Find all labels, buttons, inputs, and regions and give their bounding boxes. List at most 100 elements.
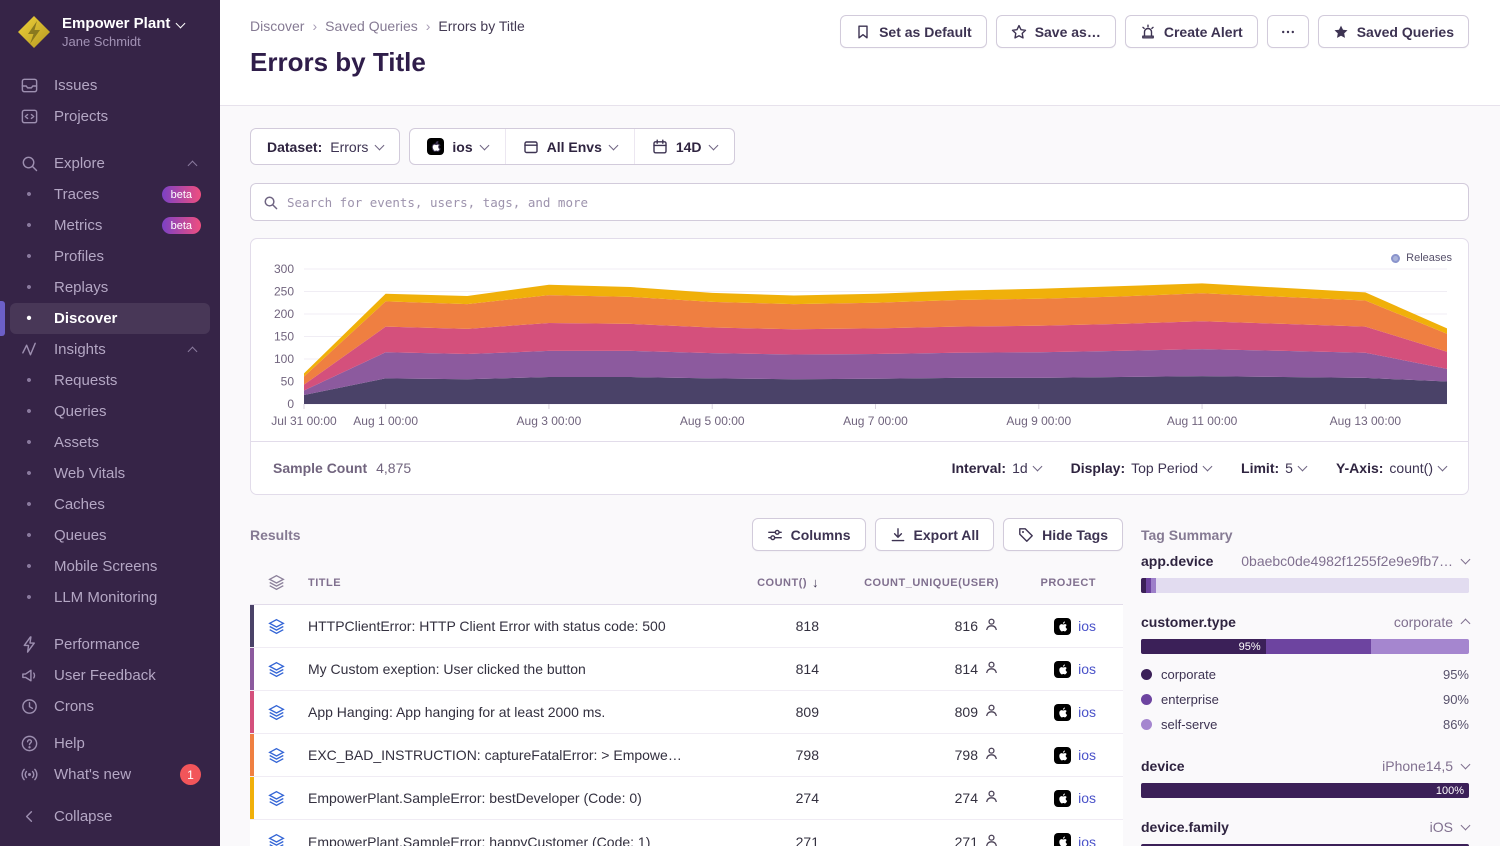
events-chart[interactable]: 050100150200250300Jul 31 00:00Aug 1 00:0… bbox=[251, 239, 1468, 441]
error-title-link[interactable]: EXC_BAD_INSTRUCTION: captureFatalError: … bbox=[302, 747, 705, 763]
columns-button[interactable]: Columns bbox=[752, 518, 866, 551]
environment-filter[interactable]: All Envs bbox=[505, 129, 634, 164]
bullet-icon: • bbox=[19, 185, 39, 205]
sidebar-item-crons[interactable]: Crons bbox=[10, 691, 210, 722]
error-title-link[interactable]: EmpowerPlant.SampleError: bestDeveloper … bbox=[302, 790, 705, 806]
user-icon bbox=[984, 660, 999, 678]
error-title-link[interactable]: EmpowerPlant.SampleError: happyCustomer … bbox=[302, 834, 705, 846]
sidebar-item-insights[interactable]: Insights bbox=[10, 334, 210, 365]
expand-row-icon[interactable] bbox=[250, 747, 302, 764]
sidebar-item-assets[interactable]: •Assets bbox=[10, 427, 210, 458]
hide-tags-button[interactable]: Hide Tags bbox=[1003, 518, 1123, 551]
column-header-title[interactable]: TITLE bbox=[302, 577, 705, 589]
tag-distribution-bar[interactable]: 95% bbox=[1141, 639, 1469, 654]
page-filters-group: ios All Envs 14D bbox=[409, 128, 734, 165]
expand-row-icon[interactable] bbox=[250, 661, 302, 678]
tag-name: device bbox=[1141, 758, 1185, 774]
series-color-bar bbox=[250, 734, 254, 776]
error-title-link[interactable]: App Hanging: App hanging for at least 20… bbox=[302, 704, 705, 720]
dataset-selector[interactable]: Dataset: Errors bbox=[250, 128, 400, 165]
y-axis-selector[interactable]: Y-Axis: count() bbox=[1336, 460, 1446, 476]
sidebar-item-caches[interactable]: •Caches bbox=[10, 489, 210, 520]
tag-breakdown-item[interactable]: enterprise90% bbox=[1141, 687, 1469, 712]
project-link[interactable]: ios bbox=[1078, 790, 1096, 806]
search-input[interactable] bbox=[287, 195, 1456, 210]
sidebar-item-explore[interactable]: Explore bbox=[10, 148, 210, 179]
user-icon bbox=[984, 833, 999, 846]
error-title-link[interactable]: HTTPClientError: HTTP Client Error with … bbox=[302, 618, 705, 634]
sidebar-item-discover[interactable]: •Discover bbox=[10, 303, 210, 334]
tag-value-label: self-serve bbox=[1161, 717, 1217, 732]
tag-section-toggle[interactable]: device.familyiOS bbox=[1141, 819, 1469, 835]
sidebar-item-requests[interactable]: •Requests bbox=[10, 365, 210, 396]
sidebar-item-traces[interactable]: •Tracesbeta bbox=[10, 179, 210, 210]
set-as-default-button[interactable]: Set as Default bbox=[840, 15, 987, 48]
project-link[interactable]: ios bbox=[1078, 661, 1096, 677]
overflow-menu-button[interactable] bbox=[1267, 15, 1309, 48]
sidebar-item-user-feedback[interactable]: User Feedback bbox=[10, 660, 210, 691]
create-alert-button[interactable]: Create Alert bbox=[1125, 15, 1258, 48]
project-link[interactable]: ios bbox=[1078, 618, 1096, 634]
expand-row-icon[interactable] bbox=[250, 790, 302, 807]
display-selector[interactable]: Display: Top Period bbox=[1071, 460, 1211, 476]
tag-breakdown-item[interactable]: corporate95% bbox=[1141, 662, 1469, 687]
download-icon bbox=[890, 527, 906, 543]
org-switcher[interactable]: Empower Plant Jane Schmidt bbox=[0, 14, 220, 50]
tag-section-app-device: app.device0baebc0de4982f1255f2e9e9fb7… bbox=[1141, 553, 1469, 593]
tag-breakdown-item[interactable]: self-serve86% bbox=[1141, 712, 1469, 737]
tag-value-label: enterprise bbox=[1161, 692, 1219, 707]
sidebar-item-label: Issues bbox=[54, 77, 97, 94]
breadcrumb-discover[interactable]: Discover bbox=[250, 18, 304, 34]
sidebar-item-web-vitals[interactable]: •Web Vitals bbox=[10, 458, 210, 489]
sidebar-nav: Issues Projects Explore•Tracesbeta•Metrics… bbox=[0, 70, 220, 801]
sidebar-item-mobile-screens[interactable]: •Mobile Screens bbox=[10, 551, 210, 582]
expand-row-icon[interactable] bbox=[250, 618, 302, 635]
sidebar-item-projects[interactable]: Projects bbox=[10, 101, 210, 132]
sidebar-collapse-button[interactable]: Collapse bbox=[10, 801, 210, 832]
expand-row-icon[interactable] bbox=[250, 833, 302, 846]
table-row: EmpowerPlant.SampleError: happyCustomer … bbox=[250, 820, 1123, 846]
export-all-button[interactable]: Export All bbox=[875, 518, 995, 551]
project-link[interactable]: ios bbox=[1078, 834, 1096, 846]
tag-distribution-bar[interactable] bbox=[1141, 578, 1469, 593]
count-value: 274 bbox=[705, 790, 825, 806]
sidebar-item-help[interactable]: Help bbox=[10, 728, 210, 759]
sidebar-item-profiles[interactable]: •Profiles bbox=[10, 241, 210, 272]
chart-legend[interactable]: Releases bbox=[1391, 252, 1452, 264]
project-link[interactable]: ios bbox=[1078, 747, 1096, 763]
breadcrumb-saved-queries[interactable]: Saved Queries bbox=[325, 18, 418, 34]
error-title-link[interactable]: My Custom exeption: User clicked the but… bbox=[302, 661, 705, 677]
column-header-count[interactable]: COUNT()↓ bbox=[705, 575, 825, 590]
sidebar-item-issues[interactable]: Issues bbox=[10, 70, 210, 101]
expand-row-icon[interactable] bbox=[250, 704, 302, 721]
sidebar-item-what-s-new[interactable]: What's new1 bbox=[10, 759, 210, 790]
sidebar-item-replays[interactable]: •Replays bbox=[10, 272, 210, 303]
sidebar-item-queries[interactable]: •Queries bbox=[10, 396, 210, 427]
project-link[interactable]: ios bbox=[1078, 704, 1096, 720]
saved-queries-button[interactable]: Saved Queries bbox=[1318, 15, 1469, 48]
column-header-count-unique[interactable]: COUNT_UNIQUE(USER) bbox=[825, 577, 1005, 589]
sidebar-item-metrics[interactable]: •Metricsbeta bbox=[10, 210, 210, 241]
tag-section-toggle[interactable]: app.device0baebc0de4982f1255f2e9e9fb7… bbox=[1141, 553, 1469, 569]
notification-count-badge: 1 bbox=[180, 764, 201, 785]
star-filled-icon bbox=[1333, 24, 1349, 40]
save-as-button[interactable]: Save as… bbox=[996, 15, 1116, 48]
sidebar-item-performance[interactable]: Performance bbox=[10, 629, 210, 660]
project-filter[interactable]: ios bbox=[410, 129, 504, 164]
tag-section-toggle[interactable]: deviceiPhone14,5 bbox=[1141, 758, 1469, 774]
sidebar-item-llm-monitoring[interactable]: •LLM Monitoring bbox=[10, 582, 210, 613]
set-as-default-label: Set as Default bbox=[879, 24, 972, 40]
tag-bar-segment: 100% bbox=[1141, 783, 1469, 798]
tag-distribution-bar[interactable]: 100% bbox=[1141, 783, 1469, 798]
table-header-row: TITLE COUNT()↓ COUNT_UNIQUE(USER) PROJEC… bbox=[250, 561, 1123, 605]
column-header-project[interactable]: PROJECT bbox=[1005, 577, 1123, 589]
limit-selector[interactable]: Limit: 5 bbox=[1241, 460, 1306, 476]
bullet-icon: • bbox=[19, 433, 39, 453]
date-range-filter[interactable]: 14D bbox=[634, 129, 734, 164]
tag-section-toggle[interactable]: customer.typecorporate bbox=[1141, 614, 1469, 630]
interval-selector[interactable]: Interval: 1d bbox=[952, 460, 1041, 476]
tag-value-dot-icon bbox=[1141, 719, 1152, 730]
sidebar-item-label: LLM Monitoring bbox=[54, 589, 157, 606]
insights-icon bbox=[19, 340, 39, 360]
sidebar-item-queues[interactable]: •Queues bbox=[10, 520, 210, 551]
